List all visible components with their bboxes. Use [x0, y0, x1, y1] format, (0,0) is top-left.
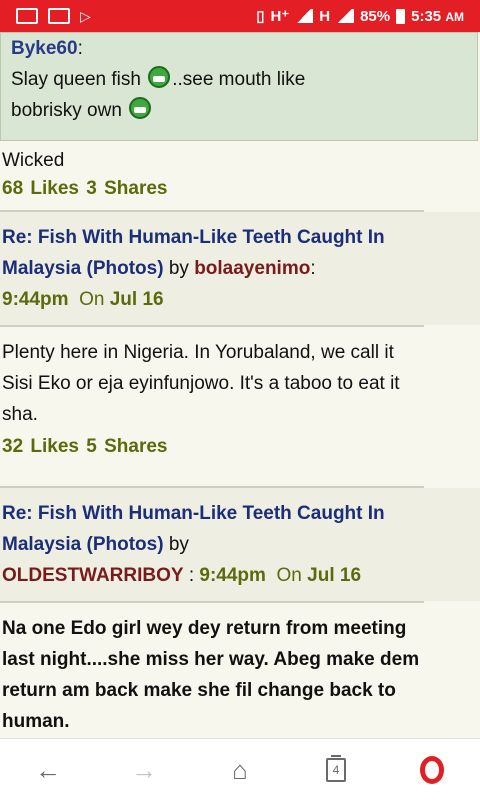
post-stats: 68 Likes 3 Shares — [0, 176, 480, 210]
status-bar: ▷ ▯ H⁺ H 85% 5:35 AM — [0, 0, 480, 32]
shares-link[interactable]: 5 Shares — [86, 436, 167, 457]
quote-text: Slay queen fish — [11, 69, 141, 90]
post-author-link[interactable]: OLDESTWARRIBOY — [2, 565, 184, 586]
home-button[interactable]: ⌂ — [216, 746, 264, 794]
home-icon: ⌂ — [232, 754, 248, 785]
signal-icon — [336, 9, 355, 23]
post-time: 9:44pm — [199, 565, 266, 586]
post-header: Re: Fish With Human-Like Teeth Caught In… — [0, 212, 480, 325]
post-title-link[interactable]: Re: Fish With Human-Like Teeth Caught In… — [2, 503, 385, 555]
post-date: Jul 16 — [109, 289, 164, 310]
shares-link[interactable]: 3 Shares — [86, 178, 167, 199]
network-type-2: H — [319, 7, 331, 25]
quote-block: Byke60: Slay queen fish ..see mouth like… — [0, 32, 478, 141]
post-text: Wicked — [2, 150, 65, 171]
opera-logo-icon — [420, 756, 444, 784]
play-store-icon: ▷ — [80, 7, 91, 24]
tabs-icon: 4 — [326, 755, 346, 782]
arrow-left-icon: ← — [35, 754, 61, 785]
battery-icon — [396, 8, 406, 24]
signal-icon — [295, 9, 314, 23]
post-stats: 32 Likes 5 Shares — [0, 434, 480, 468]
gallery-icon — [48, 8, 70, 24]
grin-emoji-icon — [148, 66, 171, 88]
quote-text: bobrisky own — [11, 100, 122, 121]
network-type-1: H⁺ — [270, 8, 290, 25]
browser-nav-bar: ← → ⌂ 4 — [0, 738, 480, 801]
post-text: Na one Edo girl wey dey return from meet… — [2, 618, 420, 732]
battery-percent: 85% — [360, 7, 391, 25]
gmail-icon — [16, 8, 38, 24]
quote-text: ..see mouth like — [172, 69, 306, 90]
likes-link[interactable]: 32 Likes — [2, 436, 79, 457]
thread-content: Byke60: Slay queen fish ..see mouth like… — [0, 32, 480, 738]
vibrate-icon: ▯ — [256, 8, 265, 25]
tabs-button[interactable]: 4 — [312, 746, 360, 794]
post-date: Jul 16 — [307, 565, 362, 586]
post-author-link[interactable]: bolaayenimo — [194, 258, 310, 279]
likes-link[interactable]: 68 Likes — [2, 178, 79, 199]
quote-author[interactable]: Byke60 — [11, 38, 78, 59]
post-text: Plenty here in Nigeria. In Yorubaland, w… — [2, 342, 400, 425]
grin-emoji-icon — [129, 97, 152, 119]
opera-menu-button[interactable] — [408, 746, 456, 794]
arrow-right-icon: → — [131, 754, 157, 785]
forward-button[interactable]: → — [120, 746, 168, 794]
post-header: Re: Fish With Human-Like Teeth Caught In… — [0, 488, 480, 601]
clock: 5:35 AM — [411, 7, 464, 25]
post-time: 9:44pm — [2, 289, 69, 310]
back-button[interactable]: ← — [24, 746, 72, 794]
